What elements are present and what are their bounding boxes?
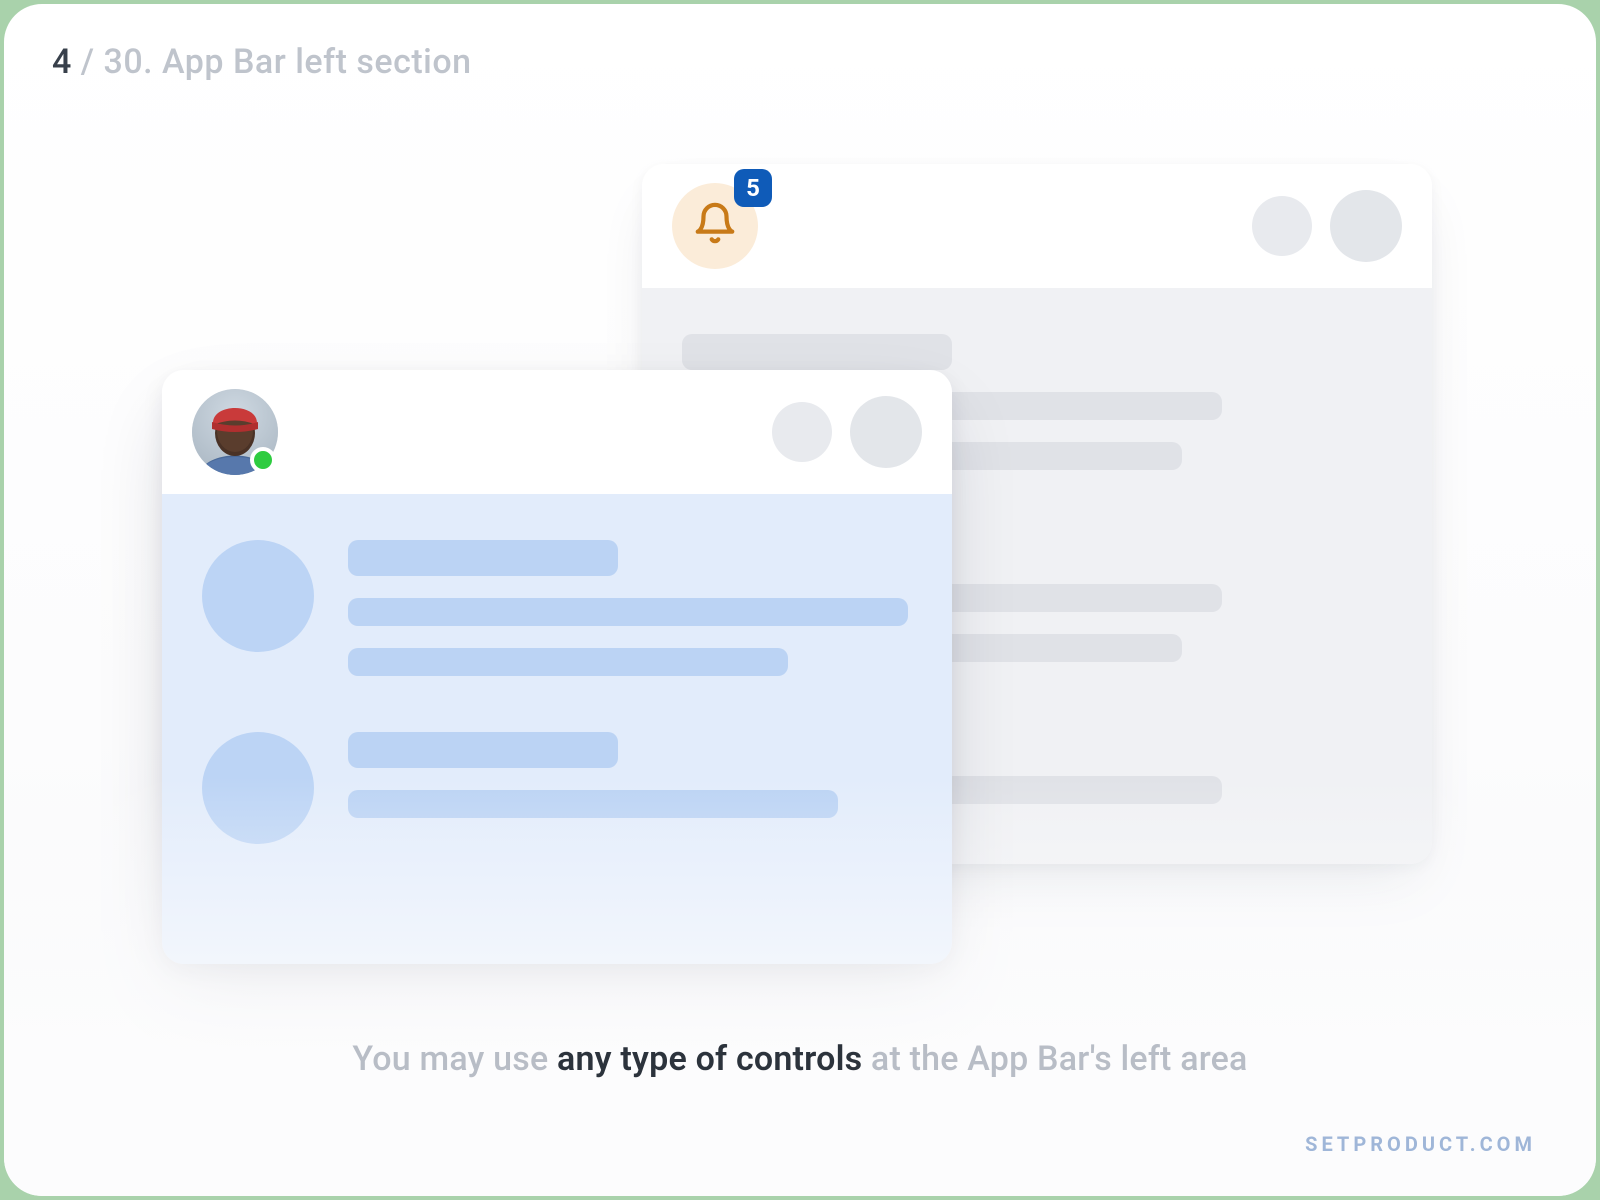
skeleton-title — [348, 540, 618, 576]
skeleton-title — [682, 334, 952, 370]
breadcrumb-current: 4 — [52, 42, 72, 82]
user-avatar-button[interactable] — [192, 389, 278, 475]
breadcrumb-sep: / — [72, 42, 104, 82]
bell-icon — [692, 201, 738, 251]
presence-indicator — [250, 447, 276, 473]
skeleton-post — [202, 732, 912, 844]
slide-caption: You may use any type of controls at the … — [4, 1039, 1596, 1079]
slide-stage: 4 / 30. App Bar left section 5 — [4, 4, 1596, 1196]
appbar-action-placeholder[interactable] — [772, 402, 832, 462]
breadcrumb-title: 30. App Bar left section — [104, 42, 472, 82]
content-skeleton — [162, 494, 952, 964]
caption-emphasis: any type of controls — [557, 1039, 862, 1079]
skeleton-line — [348, 598, 908, 626]
skeleton-line — [348, 648, 788, 676]
skeleton-avatar — [202, 540, 314, 652]
appbar-example-avatar — [162, 370, 952, 964]
brand-watermark: SETPRODUCT.COM — [1305, 1132, 1536, 1156]
appbar-avatar-placeholder[interactable] — [850, 396, 922, 468]
skeleton-line — [348, 790, 838, 818]
breadcrumb: 4 / 30. App Bar left section — [52, 42, 472, 82]
app-bar: 5 — [642, 164, 1432, 288]
caption-pre: You may use — [352, 1039, 557, 1079]
app-bar — [162, 370, 952, 494]
skeleton-avatar — [202, 732, 314, 844]
notification-badge: 5 — [734, 169, 772, 207]
skeleton-title — [348, 732, 618, 768]
skeleton-post — [202, 540, 912, 676]
appbar-action-placeholder[interactable] — [1252, 196, 1312, 256]
caption-post: at the App Bar's left area — [862, 1039, 1247, 1079]
appbar-avatar-placeholder[interactable] — [1330, 190, 1402, 262]
notification-button[interactable]: 5 — [672, 183, 758, 269]
